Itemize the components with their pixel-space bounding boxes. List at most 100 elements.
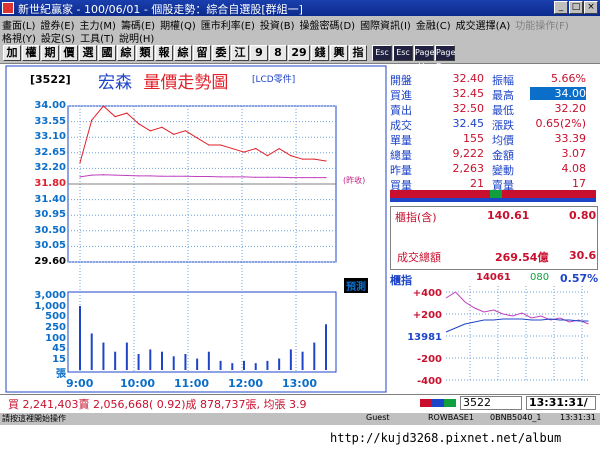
quote-label: 均價 <box>492 134 514 147</box>
price-tick: 30.05 <box>34 240 66 252</box>
data-point <box>325 160 327 162</box>
volume-bar <box>137 354 140 370</box>
menu-item[interactable]: 操盤密碼(D) <box>300 21 356 32</box>
data-point <box>149 175 151 177</box>
data-point <box>219 176 222 178</box>
time-tick: 9:00 <box>66 377 94 390</box>
price-tick: 30.95 <box>34 209 66 221</box>
maximize-button[interactable]: □ <box>569 1 583 14</box>
toolbar-button[interactable]: 留 <box>193 45 211 61</box>
start-hint[interactable]: 請按這裡開始操作 <box>2 413 66 424</box>
minimize-button[interactable]: _ <box>554 1 568 14</box>
data-point <box>243 151 245 153</box>
quote-value: 155 <box>463 132 484 145</box>
price-tick: 32.65 <box>34 146 66 158</box>
toolbar-button[interactable]: 指 <box>349 45 367 61</box>
toolbar-button[interactable]: 29 <box>288 45 310 61</box>
data-point <box>266 155 269 157</box>
quote-label: 振幅 <box>492 74 514 87</box>
turnover-label: 成交總額 <box>397 251 441 264</box>
toolbar-button[interactable]: 錢 <box>311 45 329 61</box>
volume-bar <box>196 358 199 370</box>
toolbar-button[interactable]: 興 <box>330 45 348 61</box>
data-point <box>161 175 163 177</box>
volume-bar <box>254 363 257 370</box>
volume-tick: 100 <box>45 332 66 344</box>
color-indicator <box>420 399 456 407</box>
toolbar-nav-button[interactable]: Page Down <box>435 45 459 71</box>
data-point <box>290 177 292 179</box>
toolbar-button[interactable]: 權 <box>22 45 40 61</box>
quote-value: 5.66% <box>551 72 586 85</box>
data-point <box>184 130 187 132</box>
data-point <box>126 112 128 114</box>
clock-small: 13:31:31 <box>560 413 596 422</box>
data-point <box>313 177 315 179</box>
toolbar-nav-button[interactable]: Esc <box>393 45 413 61</box>
server-label: ROWBASE1 <box>428 413 474 422</box>
data-point <box>243 176 245 178</box>
data-point <box>196 175 198 178</box>
app-icon <box>2 2 14 14</box>
menu-item[interactable]: 國際資訊(I) <box>360 21 411 32</box>
toolbar-button[interactable]: 類 <box>136 45 154 61</box>
data-point <box>126 174 128 177</box>
toolbar-button[interactable]: 加 <box>3 45 21 61</box>
data-point <box>173 175 175 177</box>
volume-bar <box>325 324 327 370</box>
mini-value: 14061 <box>476 272 511 283</box>
quote-value: 2,263 <box>452 162 485 175</box>
mini-tick: +400 <box>413 288 442 299</box>
toolbar-button[interactable]: 選 <box>79 45 97 61</box>
buy-sell-bar <box>390 190 596 202</box>
toolbar-button[interactable]: 9 <box>250 45 268 61</box>
data-point <box>114 116 116 118</box>
trade-summary: 買 2,241,403賣 2,056,668( 0.92)成 878,737張,… <box>8 398 307 411</box>
toolbar-button[interactable]: 綜 <box>117 45 135 61</box>
quote-label: 單量 <box>390 134 412 147</box>
forecast-label[interactable]: 預測 <box>344 278 368 293</box>
connection-label: 0BNB5040_1 <box>490 413 542 422</box>
quote-label: 買進 <box>390 89 412 102</box>
quote-value: 9,222 <box>452 147 485 160</box>
data-point <box>255 147 257 150</box>
toolbar-button[interactable]: 8 <box>269 45 287 61</box>
time-tick: 12:00 <box>228 377 264 390</box>
quote-value: 32.45 <box>452 87 485 100</box>
price-line <box>79 105 327 163</box>
data-point <box>79 176 81 178</box>
menu-item[interactable]: 匯市利率(E) <box>201 21 255 32</box>
mini-tick: +200 <box>413 310 442 321</box>
menu-item[interactable]: 金融(C) <box>416 21 451 32</box>
toolbar-button[interactable]: 期 <box>41 45 59 61</box>
toolbar-button[interactable]: 委 <box>212 45 230 61</box>
toolbar-button[interactable]: 江 <box>231 45 249 61</box>
mini-tick: -200 <box>417 354 442 365</box>
menu-item[interactable]: 成交選擇(A) <box>456 21 511 32</box>
info-bar: 請按這裡開始操作 Guest ROWBASE1 0BNB5040_1 13:31… <box>0 413 600 425</box>
stock-name: 宏森 <box>98 73 132 93</box>
toolbar-nav-button[interactable]: Esc <box>372 45 392 61</box>
turnover-value: 269.54億 <box>495 251 549 264</box>
close-button[interactable]: × <box>584 1 598 14</box>
toolbar-nav-button[interactable]: Page Up <box>414 45 434 71</box>
menu-item[interactable]: 期權(Q) <box>160 21 196 32</box>
title-bar[interactable]: 新世紀贏家 - 100/06/01 - 個股走勢：綜合自選股[群組一] _ □ … <box>0 0 600 16</box>
volume-tick: 45 <box>52 343 66 355</box>
otc-index-panel: 櫃指 14061 080 0.57% +400 +200 13981 -200 -400 <box>390 272 598 392</box>
quote-value: 21 <box>470 177 484 190</box>
toolbar-button[interactable]: 國 <box>98 45 116 61</box>
data-point <box>102 105 105 107</box>
toolbar-button[interactable]: 報 <box>155 45 173 61</box>
toolbar-button[interactable]: 綜 <box>174 45 192 61</box>
toolbar-button[interactable]: 價 <box>60 45 78 61</box>
menu-item[interactable]: 投資(B) <box>260 21 295 32</box>
mini-tick: -400 <box>417 376 442 387</box>
chart-title: 宏森 量價走勢圖 <box>98 68 228 93</box>
data-point <box>91 174 93 176</box>
data-point <box>184 175 187 177</box>
data-point <box>161 126 163 128</box>
volume-bar <box>79 306 81 370</box>
stock-code-input[interactable]: 3522 <box>460 396 522 410</box>
data-point <box>266 176 269 178</box>
